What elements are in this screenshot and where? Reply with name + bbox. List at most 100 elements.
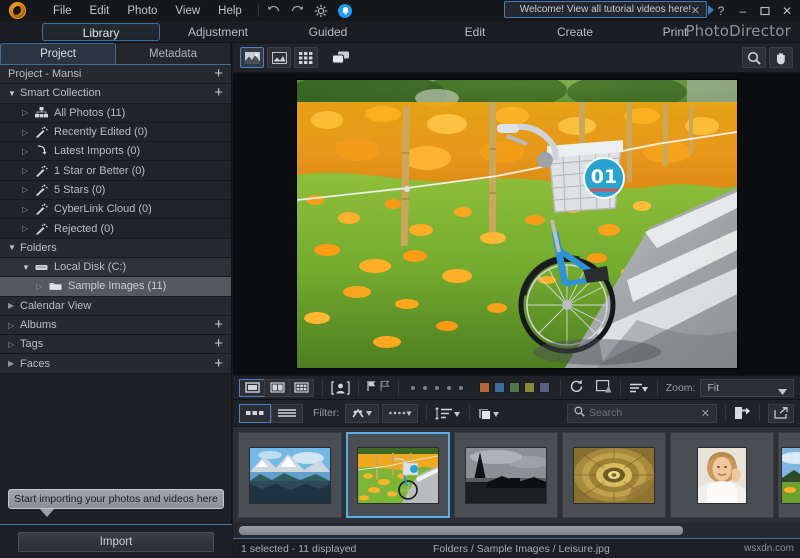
smart-collection-header[interactable]: ▼ Smart Collection + (0, 84, 231, 103)
tab-adjustment[interactable]: Adjustment (168, 23, 268, 41)
main-photo-bicycle-flowers[interactable]: 01 (297, 80, 737, 368)
chevron-right-icon[interactable]: ▷ (36, 282, 45, 291)
thumbnail-landscape-partial[interactable] (778, 432, 800, 518)
menu-file[interactable]: File (44, 1, 81, 21)
rating-dot-2[interactable] (423, 386, 427, 390)
flag-reject-icon[interactable] (380, 380, 390, 395)
chevron-right-icon[interactable]: ▷ (22, 147, 31, 156)
welcome-close-icon[interactable]: ✕ (691, 4, 700, 17)
sidebar-item-all-photos[interactable]: ▷ All Photos (11) (0, 104, 231, 123)
sidebar-item-local-disk[interactable]: ▼ Local Disk (C:) (0, 258, 231, 277)
chevron-right-icon[interactable]: ▷ (22, 166, 31, 175)
sidebar-item-1-star-or-better[interactable]: ▷ 1 Star or Better (0) (0, 161, 231, 180)
welcome-banner[interactable]: Welcome! View all tutorial videos here! … (504, 1, 707, 18)
sidebar-item-calendar-view[interactable]: ▶ Calendar View (0, 297, 231, 316)
sidebar-item-cyberlink-cloud[interactable]: ▷ CyberLink Cloud (0) (0, 200, 231, 219)
menu-help[interactable]: Help (209, 1, 251, 21)
pan-tool-button[interactable] (769, 47, 793, 68)
close-button[interactable]: ✕ (776, 0, 798, 21)
rating-dot-5[interactable] (459, 386, 463, 390)
chevron-right-icon[interactable]: ▷ (22, 185, 31, 194)
search-clear-icon[interactable]: ✕ (701, 407, 710, 420)
zoom-select[interactable]: Fit (700, 379, 794, 397)
dual-view-button[interactable] (264, 379, 289, 397)
add-tag-button[interactable]: + (214, 339, 223, 349)
rotate-button[interactable] (569, 379, 584, 397)
sort-order-button[interactable] (435, 407, 461, 420)
add-smart-collection-button[interactable]: + (214, 88, 223, 98)
tab-edit[interactable]: Edit (428, 23, 522, 41)
tab-metadata[interactable]: Metadata (116, 43, 231, 64)
chevron-right-icon[interactable]: ▶ (8, 359, 17, 368)
tab-project[interactable]: Project (0, 43, 116, 64)
notification-bell-icon[interactable] (338, 3, 353, 18)
filter-tag-button[interactable] (345, 404, 379, 423)
sidebar-item-5-stars[interactable]: ▷ 5 Stars (0) (0, 181, 231, 200)
rating-dot-3[interactable] (435, 386, 439, 390)
project-header-row[interactable]: Project - Mansi + (0, 65, 231, 84)
color-label-blue[interactable] (494, 382, 505, 393)
chevron-right-icon[interactable]: ▷ (22, 128, 31, 137)
single-photo-button[interactable] (267, 47, 291, 68)
filmstrip-scroll-thumb[interactable] (239, 526, 683, 535)
grid-view-button[interactable] (294, 47, 318, 68)
stack-button[interactable] (478, 407, 500, 420)
color-label-yellow[interactable] (524, 382, 535, 393)
open-external-button[interactable] (768, 404, 794, 423)
chevron-down-icon[interactable]: ▼ (22, 263, 31, 272)
sidebar-item-sample-images[interactable]: ▷ Sample Images (11) (0, 277, 231, 296)
flag-pick-icon[interactable] (367, 380, 377, 395)
chevron-down-icon[interactable]: ▼ (8, 89, 17, 98)
tab-create[interactable]: Create (525, 23, 625, 41)
search-box[interactable]: ✕ (567, 404, 717, 423)
chevron-down-icon[interactable] (778, 386, 787, 398)
thumbnail-portrait-woman[interactable] (670, 432, 774, 518)
thumbnail-spiral-staircase[interactable] (562, 432, 666, 518)
viewer-mode-button[interactable] (240, 47, 264, 68)
search-input[interactable] (589, 407, 694, 419)
chevron-right-icon[interactable]: ▷ (22, 108, 31, 117)
undo-icon[interactable] (266, 3, 281, 18)
sidebar-item-albums[interactable]: ▷ Albums + (0, 316, 231, 335)
rating-dots[interactable] (407, 386, 467, 390)
color-label-purple[interactable] (539, 382, 550, 393)
add-album-button[interactable]: + (214, 320, 223, 330)
thumbnail-list-button[interactable] (239, 404, 271, 423)
chevron-right-icon[interactable]: ▶ (8, 301, 17, 310)
sidebar-item-latest-imports[interactable]: ▷ Latest Imports (0) (0, 142, 231, 161)
before-after-button[interactable] (596, 380, 612, 396)
tab-library[interactable]: Library (42, 23, 160, 41)
menu-edit[interactable]: Edit (81, 1, 119, 21)
multi-view-button[interactable] (289, 379, 314, 397)
filmstrip-scrollbar[interactable] (233, 523, 800, 538)
add-project-button[interactable]: + (214, 69, 223, 79)
detail-list-button[interactable] (271, 404, 303, 423)
thumbnail-bw-lake[interactable] (454, 432, 558, 518)
chevron-right-icon[interactable]: ▷ (8, 340, 17, 349)
sort-button[interactable] (629, 382, 649, 394)
zoom-tool-button[interactable] (742, 47, 766, 68)
thumbnail-bicycle-flowers[interactable] (346, 432, 450, 518)
rating-dot-1[interactable] (411, 386, 415, 390)
color-label-red[interactable] (479, 382, 490, 393)
sidebar-item-faces[interactable]: ▶ Faces + (0, 354, 231, 373)
face-tag-button[interactable] (331, 381, 350, 395)
settings-gear-icon[interactable] (314, 3, 329, 18)
filmstrip[interactable] (233, 427, 800, 523)
compare-view-button[interactable] (329, 47, 353, 68)
thumbnail-mountain-lake[interactable] (238, 432, 342, 518)
menu-view[interactable]: View (166, 1, 209, 21)
add-face-button[interactable]: + (214, 359, 223, 369)
chevron-right-icon[interactable]: ▷ (22, 205, 31, 214)
sidebar-item-rejected[interactable]: ▷ Rejected (0) (0, 219, 231, 238)
chevron-right-icon[interactable]: ▷ (22, 224, 31, 233)
tab-guided[interactable]: Guided (278, 23, 378, 41)
maximize-button[interactable] (754, 0, 776, 21)
menu-photo[interactable]: Photo (118, 1, 166, 21)
chevron-down-icon[interactable]: ▼ (8, 243, 17, 252)
sidebar-item-recently-edited[interactable]: ▷ Recently Edited (0) (0, 123, 231, 142)
folders-header[interactable]: ▼ Folders (0, 239, 231, 258)
color-label-green[interactable] (509, 382, 520, 393)
single-view-button[interactable] (239, 379, 264, 397)
chevron-right-icon[interactable]: ▷ (8, 321, 17, 330)
